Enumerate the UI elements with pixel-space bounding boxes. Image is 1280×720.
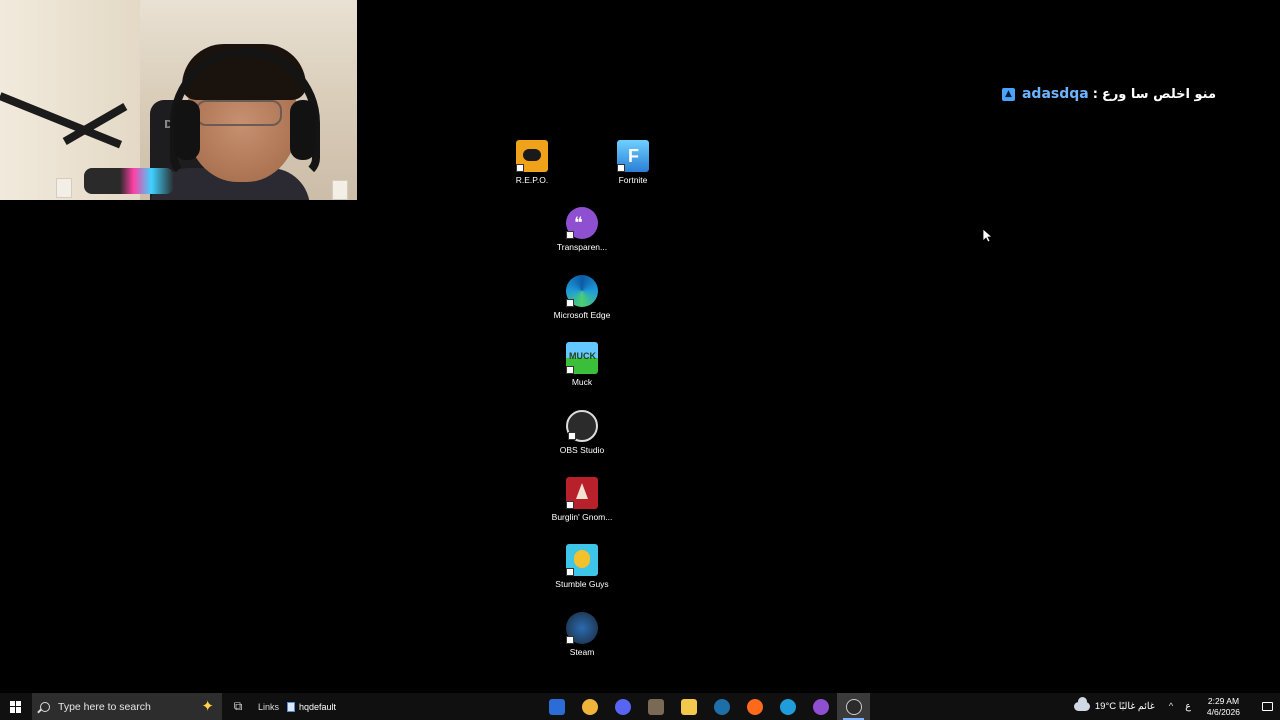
taskbar-app-transparent-chat[interactable] (804, 693, 837, 720)
obs-icon (845, 698, 862, 715)
desktop-icon-transparent-chat[interactable]: ❝ Transparen... (547, 207, 617, 252)
taskbar-app-steam[interactable] (705, 693, 738, 720)
desktop-icon-label: Steam (569, 647, 595, 657)
muck-icon: MUCK (566, 342, 598, 374)
edge-icon (566, 275, 598, 307)
desktop-icon-label: Transparen... (556, 242, 608, 252)
edge-icon (779, 698, 796, 715)
desktop-icon-edge[interactable]: Microsoft Edge (547, 275, 617, 320)
search-placeholder: Type here to search (58, 700, 151, 713)
notification-center-button[interactable] (1254, 693, 1280, 720)
links-toolbar[interactable]: Links (258, 702, 279, 712)
desktop-icon-label: OBS Studio (559, 445, 605, 455)
desktop-icon-label: Muck (571, 377, 593, 387)
file-icon (287, 701, 296, 712)
webcam-overlay: DX (0, 0, 357, 200)
desktop-icon-stumble-guys[interactable]: Stumble Guys (547, 544, 617, 589)
notification-icon (1261, 702, 1273, 711)
clock-time: 2:29 AM (1207, 695, 1240, 706)
desktop-icon-repo[interactable]: R.E.P.O. (497, 140, 567, 185)
mouse-cursor-icon (983, 229, 992, 243)
chat-badge-icon: ▲ (1001, 87, 1015, 101)
chat-separator: : (1092, 86, 1098, 102)
outlook-icon (548, 698, 565, 715)
steam-icon (713, 698, 730, 715)
desktop-icon-steam[interactable]: Steam (547, 612, 617, 657)
sparkle-icon: ✦ (201, 698, 214, 715)
desktop-icon-label: Fortnite (618, 175, 648, 185)
task-view-icon: ⧉ (233, 699, 243, 713)
obs-icon (566, 410, 598, 442)
desktop-icon-label: Stumble Guys (555, 579, 609, 589)
stream-chat-message: ▲ adasdqa : منو اخلص سا ورع (1001, 84, 1216, 104)
steam-icon (566, 612, 598, 644)
soundcloud-icon (746, 698, 763, 715)
taskbar-app-discord[interactable] (606, 693, 639, 720)
cloudy-weather-icon (1073, 697, 1090, 711)
start-button[interactable] (0, 693, 32, 720)
discord-icon (614, 698, 631, 715)
desktop-icon-label: Microsoft Edge (553, 310, 611, 320)
weather-widget[interactable]: 19°C غائم غالبًا (1073, 697, 1155, 712)
stumble-guys-icon (566, 544, 598, 576)
chat-message-text: منو اخلص سا ورع (1101, 86, 1216, 102)
taskbar-app-soundcloud[interactable] (738, 693, 771, 720)
system-tray: 19°C غائم غالبًا ^ ع 2:29 AM 4/6/2026 (1073, 693, 1280, 720)
windows-logo-icon (10, 700, 22, 713)
desktop-icon-label: R.E.P.O. (515, 175, 549, 185)
desktop-icon-fortnite[interactable]: F Fortnite (598, 140, 668, 185)
burglin-gnomes-icon (566, 477, 598, 509)
desktop-icon-label: Burglin' Gnom... (551, 512, 613, 522)
taskbar-apps (540, 693, 870, 720)
clock[interactable]: 2:29 AM 4/6/2026 (1207, 696, 1240, 718)
photo-app-icon (647, 698, 664, 715)
desktop-icon-obs[interactable]: OBS Studio (547, 410, 617, 455)
taskbar-app-emoji[interactable] (573, 693, 606, 720)
search-icon (40, 701, 50, 712)
desktop-icon-burglin-gnomes[interactable]: Burglin' Gnom... (547, 477, 617, 522)
transparent-chat-icon: ❝ (566, 207, 598, 239)
emoji-app-icon (581, 698, 598, 715)
taskbar-app-outlook[interactable] (540, 693, 573, 720)
taskbar: Type here to search ✦ ⧉ Links hqdefault … (0, 693, 1280, 720)
taskbar-search-box[interactable]: Type here to search ✦ (32, 693, 222, 720)
hqdefault-label: hqdefault (299, 701, 337, 712)
chat-username: adasdqa (1021, 86, 1089, 102)
clock-date: 4/6/2026 (1206, 706, 1240, 717)
desktop-icon-muck[interactable]: MUCK Muck (547, 342, 617, 387)
taskbar-app-photo[interactable] (639, 693, 672, 720)
task-view-button[interactable]: ⧉ (222, 699, 254, 714)
file-explorer-icon (680, 698, 697, 715)
hqdefault-link[interactable]: hqdefault (287, 701, 337, 712)
weather-text: 19°C غائم غالبًا (1094, 701, 1155, 712)
fortnite-icon: F (617, 140, 649, 172)
repo-game-icon (516, 140, 548, 172)
show-hidden-icons-chevron-icon[interactable]: ^ (1169, 701, 1173, 712)
taskbar-app-edge[interactable] (771, 693, 804, 720)
transparent-chat-icon (812, 698, 829, 715)
taskbar-app-file-explorer[interactable] (672, 693, 705, 720)
taskbar-app-obs[interactable] (837, 693, 870, 720)
input-language-indicator[interactable]: ع (1185, 701, 1191, 712)
